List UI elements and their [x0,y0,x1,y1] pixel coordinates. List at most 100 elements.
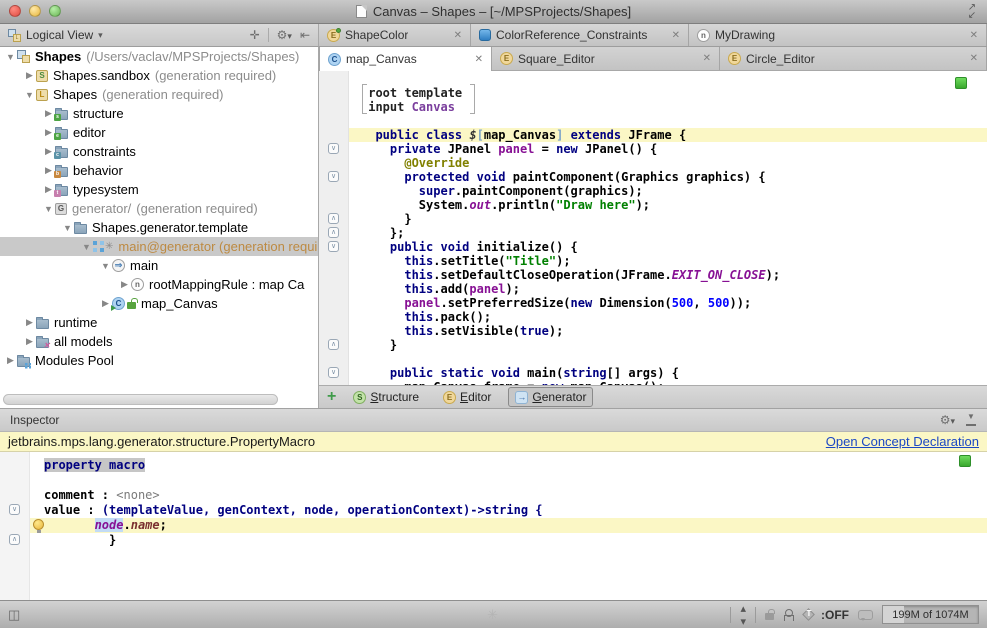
tree-item-map-canvas[interactable]: ▶Cmap_Canvas [0,294,318,313]
fold-end-icon[interactable]: ∧ [9,534,20,545]
code-line[interactable] [349,114,987,128]
notification-bubble-icon[interactable] [858,610,873,620]
tree-collapse-arrow-icon[interactable]: ▼ [4,52,17,62]
add-aspect-button[interactable]: + [327,389,336,405]
code-line[interactable]: this.add(panel); [349,282,987,296]
code-line[interactable]: property macro [30,458,987,473]
tree-item-generator-[interactable]: ▼Ggenerator/(generation required) [0,199,318,218]
tree-expand-arrow-icon[interactable]: ▶ [23,70,36,81]
inspector-dock-icon[interactable] [965,414,977,426]
tree-collapse-arrow-icon[interactable]: ▼ [80,242,93,252]
code-line[interactable] [30,473,987,488]
minimize-window-button[interactable] [29,5,41,17]
tree-collapse-arrow-icon[interactable]: ▼ [23,90,36,100]
close-tab-icon[interactable]: ✕ [454,30,462,41]
code-line[interactable]: comment : <none> [30,488,987,503]
inspector-settings-gear-icon[interactable]: ⚙▾ [940,413,955,427]
tree-item-shapes[interactable]: ▼Shapes(/Users/vaclav/MPSProjects/Shapes… [0,47,318,66]
tree-item-shapes[interactable]: ▼LShapes(generation required) [0,85,318,104]
fold-collapse-icon[interactable]: ∨ [328,241,339,252]
code-line[interactable]: private JPanel panel = new JPanel() { [349,142,987,156]
code-line[interactable]: this.setTitle("Title"); [349,254,987,268]
fold-collapse-icon[interactable]: ∨ [9,504,20,515]
intention-lightbulb-icon[interactable] [33,519,44,530]
tree-item-constraints[interactable]: ▶cconstraints [0,142,318,161]
code-line[interactable]: value : (templateValue, genContext, node… [30,503,987,518]
toggle-toolwindows-icon[interactable]: ◫ [8,607,20,623]
typesystem-badge-icon[interactable]: T [802,608,816,622]
tree-expand-arrow-icon[interactable]: ▶ [23,336,36,347]
tree-item-editor[interactable]: ▶eeditor [0,123,318,142]
resize-handle-icon[interactable]: ▴▾ [740,602,746,628]
tab-Circle_Editor[interactable]: ECircle_Editor✕ [720,47,987,70]
collapse-all-icon[interactable]: ✛ [250,28,260,42]
code-line[interactable]: this.pack(); [349,310,987,324]
tree-item-all-models[interactable]: ▶✕all models [0,332,318,351]
fullscreen-icon[interactable]: ↗↙ [965,4,979,20]
aspect-tab-structure[interactable]: SStructure [346,387,426,407]
tree-expand-arrow-icon[interactable]: ▶ [23,317,36,328]
fold-end-icon[interactable]: ∧ [328,339,339,350]
tree-item-shapes-sandbox[interactable]: ▶SShapes.sandbox(generation required) [0,66,318,85]
zoom-window-button[interactable] [49,5,61,17]
close-window-button[interactable] [9,5,21,17]
tree-expand-arrow-icon[interactable]: ▶ [4,355,17,366]
tab-MyDrawing[interactable]: nMyDrawing✕ [689,24,987,46]
readonly-lock-icon[interactable] [765,613,774,620]
inspector-body[interactable]: ∨ ∧ property macro comment : <none>value … [0,452,987,600]
code-line[interactable] [349,352,987,366]
code-line[interactable]: } [349,338,987,352]
tree-item-rootmappingrule-map-ca[interactable]: ▶nrootMappingRule : map Ca [0,275,318,294]
tree-horizontal-scrollbar[interactable] [3,394,278,405]
close-tab-icon[interactable]: ✕ [672,30,680,41]
code-line[interactable]: System.out.println("Draw here"); [349,198,987,212]
tree-collapse-arrow-icon[interactable]: ▼ [61,223,74,233]
tree-collapse-arrow-icon[interactable]: ▼ [99,261,112,271]
close-tab-icon[interactable]: ✕ [970,30,978,41]
code-editor[interactable]: ∨ ∨ ∧ ∧ ∨ ∧ ∨ root template input Canvas publi… [319,71,987,385]
close-tab-icon[interactable]: ✕ [475,54,483,65]
fold-collapse-icon[interactable]: ∨ [328,171,339,182]
tree-item-runtime[interactable]: ▶runtime [0,313,318,332]
tab-Square_Editor[interactable]: ESquare_Editor✕ [492,47,720,70]
aspect-tab-editor[interactable]: EEditor [436,387,498,407]
highlighted-code-line[interactable]: public class $[map_Canvas] extends JFram… [349,128,987,142]
code-line[interactable]: @Override [349,156,987,170]
code-line[interactable]: } [30,533,987,548]
tree-collapse-arrow-icon[interactable]: ▼ [42,204,55,214]
code-line[interactable]: protected void paintComponent(Graphics g… [349,170,987,184]
code-line[interactable]: } [349,212,987,226]
memory-indicator[interactable]: 199M of 1074M [882,605,979,624]
code-line[interactable]: public static void main(string[] args) { [349,366,987,380]
view-selector[interactable]: L Logical View ▾ [8,28,103,42]
editor-code-area[interactable]: root template input Canvas public class … [349,71,987,385]
tree-item-typesystem[interactable]: ▶ttypesystem [0,180,318,199]
tree-item-modules-pool[interactable]: ▶Modules Pool [0,351,318,370]
tree-expand-arrow-icon[interactable]: ▶ [118,279,131,290]
fold-collapse-icon[interactable]: ∨ [328,143,339,154]
settings-gear-icon[interactable]: ⚙▾ [277,28,292,42]
hector-inspections-icon[interactable] [783,609,793,621]
aspect-tab-generator[interactable]: →Generator [508,387,593,407]
open-concept-declaration-link[interactable]: Open Concept Declaration [826,434,979,449]
hide-panel-icon[interactable]: ⇤ [300,28,310,42]
close-tab-icon[interactable]: ✕ [703,53,711,64]
tab-ColorReference_Constraints[interactable]: ColorReference_Constraints✕ [471,24,689,46]
tab-map_Canvas[interactable]: Cmap_Canvas✕ [319,47,492,71]
code-line[interactable]: }; [349,226,987,240]
tree-item-main-generator-generation-required-[interactable]: ▼✳main@generator (generation required) [0,237,318,256]
code-line[interactable]: public void initialize() { [349,240,987,254]
tree-item-shapes-generator-template[interactable]: ▼Shapes.generator.template [0,218,318,237]
fold-collapse-icon[interactable]: ∨ [328,367,339,378]
code-line[interactable]: panel.setPreferredSize(new Dimension(500… [349,296,987,310]
tree-item-structure[interactable]: ▶sstructure [0,104,318,123]
tree-item-main[interactable]: ▼⇒main [0,256,318,275]
inspector-code-area[interactable]: property macro comment : <none>value : (… [30,452,987,600]
close-tab-icon[interactable]: ✕ [970,53,978,64]
tab-ShapeColor[interactable]: EShapeColor✕ [319,24,471,46]
code-line[interactable]: super.paintComponent(graphics); [349,184,987,198]
fold-end-icon[interactable]: ∧ [328,213,339,224]
highlighted-code-line[interactable]: node.name; [30,518,987,533]
tree-item-behavior[interactable]: ▶bbehavior [0,161,318,180]
fold-end-icon[interactable]: ∧ [328,227,339,238]
